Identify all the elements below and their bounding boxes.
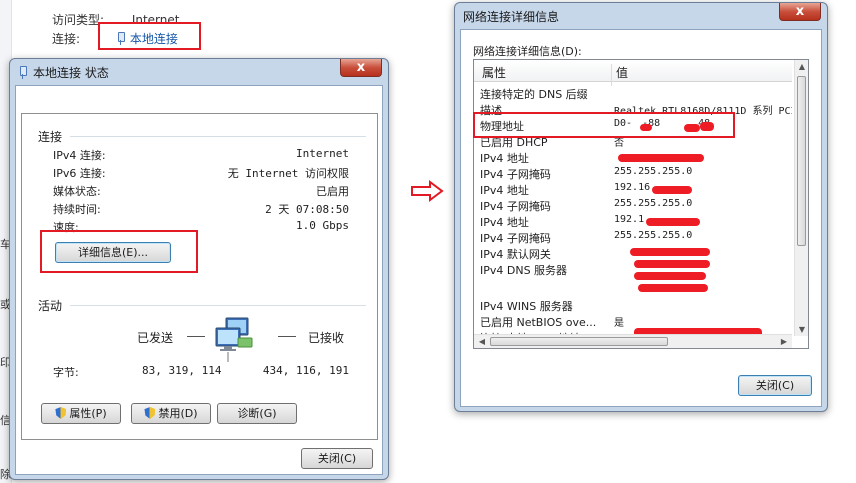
list-item[interactable]: IPv4 子网掩码 255.255.255.0 xyxy=(480,166,792,182)
redaction-mark xyxy=(638,284,708,292)
list-item-value: 192.16 xyxy=(614,182,651,193)
media-state-label: 媒体状态: xyxy=(53,185,101,198)
properties-button-label: 属性(P) xyxy=(69,407,107,420)
right-arrow-icon xyxy=(411,180,444,202)
uac-shield-icon xyxy=(55,407,67,419)
disable-button-label: 禁用(D) xyxy=(158,407,198,420)
list-item-property: IPv4 地址 xyxy=(480,152,529,165)
list-item-value: 255.255.255.0 xyxy=(614,230,693,241)
column-header-value[interactable]: 值 xyxy=(616,64,628,81)
list-item[interactable]: IPv4 地址 192.16 xyxy=(480,182,792,198)
redaction-mark xyxy=(634,272,706,280)
bytes-label: 字节: xyxy=(53,366,79,379)
ipv6-connectivity-value: 无 Internet 访问权限 xyxy=(227,167,349,180)
status-dialog-close-button[interactable]: x xyxy=(340,59,382,77)
media-state-value: 已启用 xyxy=(316,185,349,198)
list-item[interactable]: IPv4 地址 192.1 xyxy=(480,214,792,230)
details-list-vertical-scrollbar[interactable]: ▲ ▼ xyxy=(794,60,808,336)
scroll-down-icon[interactable]: ▼ xyxy=(795,325,808,334)
list-item-property: 连接特定的 DNS 后缀 xyxy=(480,88,588,101)
list-item-property: IPv4 默认网关 xyxy=(480,248,551,261)
highlight-box-physical-address xyxy=(473,112,735,138)
status-dialog-title-bar: 本地连接 状态 xyxy=(18,63,109,83)
properties-button[interactable]: 属性(P) xyxy=(41,403,121,424)
redaction-mark xyxy=(652,186,692,194)
sent-label: 已发送 xyxy=(137,331,174,345)
scroll-right-icon[interactable]: ▶ xyxy=(777,337,791,346)
column-divider xyxy=(611,64,612,86)
list-item-property: IPv4 子网掩码 xyxy=(480,200,551,213)
list-item-value: 255.255.255.0 xyxy=(614,198,693,209)
uac-shield-icon xyxy=(144,407,156,419)
details-list[interactable]: 属性 值 连接特定的 DNS 后缀 描述 Realtek RTL8168D/811… xyxy=(473,59,809,349)
list-item-value: 255.255.255.0 xyxy=(614,166,693,177)
list-item-property: IPv4 子网掩码 xyxy=(480,232,551,245)
speed-value: 1.0 Gbps xyxy=(296,219,349,232)
list-item-property: IPv4 WINS 服务器 xyxy=(480,300,573,313)
list-item-value: 192.1 xyxy=(614,214,645,225)
section-activity-title: 活动 xyxy=(38,299,63,313)
list-item-property: IPv4 地址 xyxy=(480,216,529,229)
redaction-mark xyxy=(618,154,704,162)
status-dialog-title: 本地连接 状态 xyxy=(33,66,109,80)
bytes-sent-value: 83, 319, 114 xyxy=(142,364,222,377)
sent-line xyxy=(187,336,205,337)
list-item[interactable]: IPv4 子网掩码 255.255.255.0 xyxy=(480,230,792,246)
redaction-mark xyxy=(634,260,710,268)
redaction-mark xyxy=(630,248,710,256)
disable-button[interactable]: 禁用(D) xyxy=(131,403,211,424)
section-connection-title: 连接 xyxy=(38,130,63,144)
details-dialog: 网络连接详细信息 x 网络连接详细信息(D): 属性 值 连接特定的 DNS 后… xyxy=(454,2,828,412)
list-item[interactable]: IPv4 子网掩码 255.255.255.0 xyxy=(480,198,792,214)
ipv4-connectivity-label: IPv4 连接: xyxy=(53,149,106,162)
section-divider xyxy=(70,305,366,306)
list-item-property: IPv4 子网掩码 xyxy=(480,168,551,181)
duration-label: 持续时间: xyxy=(53,203,101,216)
details-list-label: 网络连接详细信息(D): xyxy=(473,45,582,58)
list-item[interactable]: 连接特定的 DNS 后缀 xyxy=(480,86,792,102)
list-item-property: IPv4 DNS 服务器 xyxy=(480,264,568,277)
scroll-up-icon[interactable]: ▲ xyxy=(795,62,808,71)
list-item-value: 是 xyxy=(614,318,624,329)
list-item[interactable]: IPv4 WINS 服务器 xyxy=(480,298,792,314)
vertical-scroll-thumb[interactable] xyxy=(797,76,806,246)
horizontal-scroll-thumb[interactable] xyxy=(490,337,668,346)
column-header-property[interactable]: 属性 xyxy=(482,64,506,81)
network-plug-icon xyxy=(18,66,27,79)
network-computers-icon xyxy=(215,317,253,362)
highlight-box-details-button xyxy=(40,230,198,273)
received-label: 已接收 xyxy=(308,331,345,345)
status-close-button[interactable]: 关闭(C) xyxy=(301,448,373,469)
details-close-button[interactable]: 关闭(C) xyxy=(738,375,812,396)
section-divider xyxy=(70,136,366,137)
diagnose-button[interactable]: 诊断(G) xyxy=(217,403,297,424)
details-dialog-close-button[interactable]: x xyxy=(779,3,821,21)
redaction-mark xyxy=(646,218,700,226)
ipv4-connectivity-value: Internet xyxy=(296,147,349,160)
highlight-box-connection-link xyxy=(98,22,201,50)
list-item-property: 已启用 NetBIOS ove... xyxy=(480,316,597,329)
ipv6-connectivity-label: IPv6 连接: xyxy=(53,167,106,180)
duration-value: 2 天 07:08:50 xyxy=(265,203,349,216)
details-list-horizontal-scrollbar[interactable]: ◀ ▶ xyxy=(474,334,792,348)
scroll-left-icon[interactable]: ◀ xyxy=(475,337,489,346)
details-list-header: 属性 值 xyxy=(474,60,792,86)
bytes-received-value: 434, 116, 191 xyxy=(262,364,349,377)
general-tab-panel: 连接 IPv4 连接: Internet IPv6 连接: 无 Internet… xyxy=(21,113,378,440)
received-line xyxy=(278,336,296,337)
list-item-property: IPv4 地址 xyxy=(480,184,529,197)
details-dialog-title: 网络连接详细信息 xyxy=(463,10,560,24)
